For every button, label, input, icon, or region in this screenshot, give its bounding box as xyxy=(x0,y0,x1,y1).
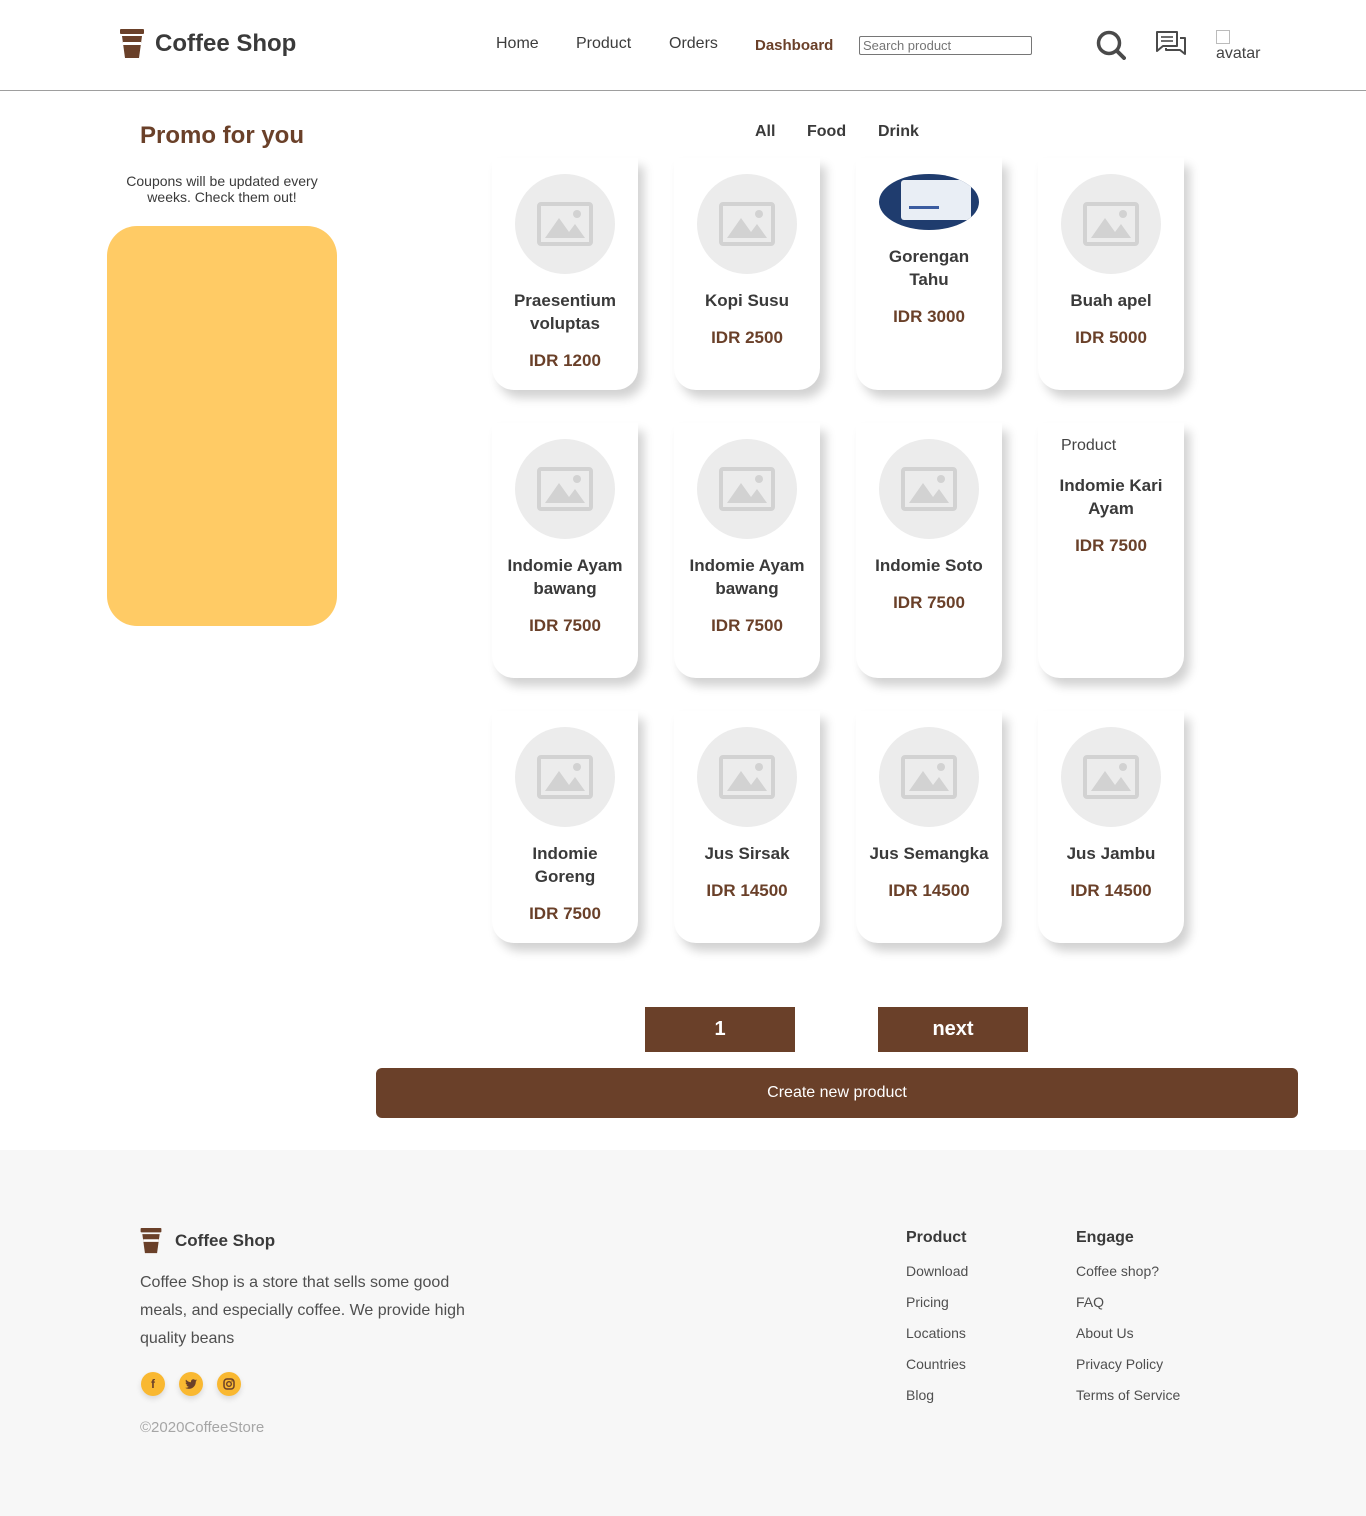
product-name: Jus Jambu xyxy=(1066,844,1156,863)
coffee-cup-icon xyxy=(120,29,144,58)
product-name: Buah apel xyxy=(1070,291,1152,310)
product-price: IDR 14500 xyxy=(888,881,970,900)
avatar[interactable]: avatar xyxy=(1216,30,1260,62)
tab-food[interactable]: Food xyxy=(807,123,846,141)
product-image-alt: Product xyxy=(1061,437,1117,454)
product-price: IDR 1200 xyxy=(529,351,601,370)
tab-drink[interactable]: Drink xyxy=(878,123,919,141)
product-name: Jus Semangka xyxy=(869,844,989,863)
brand-name: Coffee Shop xyxy=(155,30,297,57)
image-placeholder-icon xyxy=(1061,727,1161,827)
product-card[interactable]: Gorengan Tahu IDR 3000 xyxy=(856,158,1002,390)
nav-home[interactable]: Home xyxy=(496,35,539,53)
product-card[interactable]: Jus Jambu IDR 14500 xyxy=(1038,711,1184,943)
product-name: Gorengan Tahu xyxy=(888,247,970,289)
product-price: IDR 7500 xyxy=(893,593,965,612)
nav-product[interactable]: Product xyxy=(576,35,631,53)
coffee-cup-icon xyxy=(140,1228,162,1254)
product-card[interactable]: Jus Semangka IDR 14500 xyxy=(856,711,1002,943)
image-placeholder-icon xyxy=(697,727,797,827)
image-placeholder-icon xyxy=(697,439,797,539)
product-name: Praesentium voluptas xyxy=(513,291,617,333)
product-name: Indomie Goreng xyxy=(532,844,598,886)
product-price: IDR 3000 xyxy=(893,307,965,326)
chat-icon[interactable] xyxy=(1155,30,1187,60)
footer-link-coffee-shop[interactable]: Coffee shop? xyxy=(1076,1263,1180,1294)
product-card[interactable]: Jus Sirsak IDR 14500 xyxy=(674,711,820,943)
nav-orders[interactable]: Orders xyxy=(669,35,718,53)
footer-column-title: Engage xyxy=(1076,1229,1134,1246)
product-image xyxy=(879,174,979,230)
next-page-button[interactable]: next xyxy=(878,1007,1028,1052)
image-placeholder-icon xyxy=(515,439,615,539)
footer-column-title: Product xyxy=(906,1229,967,1246)
footer-column-product: Product Download Pricing Locations Count… xyxy=(906,1229,968,1418)
promo-card[interactable] xyxy=(107,226,337,626)
footer-link-about-us[interactable]: About Us xyxy=(1076,1325,1180,1356)
product-name: Indomie Ayam bawang xyxy=(689,556,805,598)
facebook-icon[interactable]: f xyxy=(141,1372,165,1396)
footer-brand-name: Coffee Shop xyxy=(175,1231,276,1250)
product-card[interactable]: Indomie Ayam bawang IDR 7500 xyxy=(492,423,638,678)
tab-all[interactable]: All xyxy=(755,123,775,141)
product-card[interactable]: Indomie Soto IDR 7500 xyxy=(856,423,1002,678)
product-name: Kopi Susu xyxy=(704,291,790,310)
image-placeholder-icon xyxy=(697,174,797,274)
image-placeholder-icon xyxy=(515,174,615,274)
product-name: Jus Sirsak xyxy=(704,844,790,863)
product-card[interactable]: Praesentium voluptas IDR 1200 xyxy=(492,158,638,390)
avatar-alt-text: avatar xyxy=(1216,45,1261,62)
copyright: ©2020CoffeeStore xyxy=(140,1419,265,1436)
image-placeholder-icon xyxy=(1061,174,1161,274)
product-card[interactable]: Product Indomie Kari Ayam IDR 7500 xyxy=(1038,423,1184,678)
footer-brand[interactable]: Coffee Shop xyxy=(140,1228,275,1254)
page-1-button[interactable]: 1 xyxy=(645,1007,795,1052)
product-price: IDR 5000 xyxy=(1075,328,1147,347)
image-placeholder-icon xyxy=(879,727,979,827)
image-placeholder-icon xyxy=(879,439,979,539)
footer-link-privacy-policy[interactable]: Privacy Policy xyxy=(1076,1356,1180,1387)
product-card[interactable]: Indomie Goreng IDR 7500 xyxy=(492,711,638,943)
header: Coffee Shop Home Product Orders Dashboar… xyxy=(0,0,1366,91)
broken-image-icon xyxy=(1216,30,1230,44)
product-price: IDR 14500 xyxy=(706,881,788,900)
twitter-icon[interactable] xyxy=(179,1372,203,1396)
create-product-button[interactable]: Create new product xyxy=(376,1068,1298,1118)
product-price: IDR 7500 xyxy=(529,904,601,923)
product-card[interactable]: Indomie Ayam bawang IDR 7500 xyxy=(674,423,820,678)
footer-description: Coffee Shop is a store that sells some g… xyxy=(140,1274,465,1347)
product-card[interactable]: Kopi Susu IDR 2500 xyxy=(674,158,820,390)
product-price: IDR 2500 xyxy=(711,328,783,347)
brand-logo[interactable]: Coffee Shop xyxy=(120,29,296,59)
footer-link-terms-of-service[interactable]: Terms of Service xyxy=(1076,1387,1180,1418)
footer-link-pricing[interactable]: Pricing xyxy=(906,1294,968,1325)
footer-link-countries[interactable]: Countries xyxy=(906,1356,968,1387)
product-price: IDR 7500 xyxy=(1075,536,1147,555)
product-card[interactable]: Buah apel IDR 5000 xyxy=(1038,158,1184,390)
footer: Coffee Shop Coffee Shop is a store that … xyxy=(0,1150,1366,1516)
product-price: IDR 7500 xyxy=(711,616,783,635)
footer-link-blog[interactable]: Blog xyxy=(906,1387,968,1418)
product-price: IDR 14500 xyxy=(1070,881,1152,900)
image-placeholder-icon xyxy=(515,727,615,827)
product-name: Indomie Kari Ayam xyxy=(1059,476,1163,518)
nav-dashboard[interactable]: Dashboard xyxy=(755,37,833,54)
footer-link-faq[interactable]: FAQ xyxy=(1076,1294,1180,1325)
footer-link-download[interactable]: Download xyxy=(906,1263,968,1294)
product-name: Indomie Ayam bawang xyxy=(507,556,623,598)
footer-link-locations[interactable]: Locations xyxy=(906,1325,968,1356)
search-icon[interactable] xyxy=(1096,30,1126,60)
product-price: IDR 7500 xyxy=(529,616,601,635)
instagram-icon[interactable] xyxy=(217,1372,241,1396)
promo-subtitle: Coupons will be updated every weeks. Che… xyxy=(126,173,318,205)
search-input[interactable] xyxy=(859,36,1032,55)
footer-column-engage: Engage Coffee shop? FAQ About Us Privacy… xyxy=(1076,1229,1180,1418)
promo-title: Promo for you xyxy=(139,122,304,149)
product-name: Indomie Soto xyxy=(875,556,983,575)
